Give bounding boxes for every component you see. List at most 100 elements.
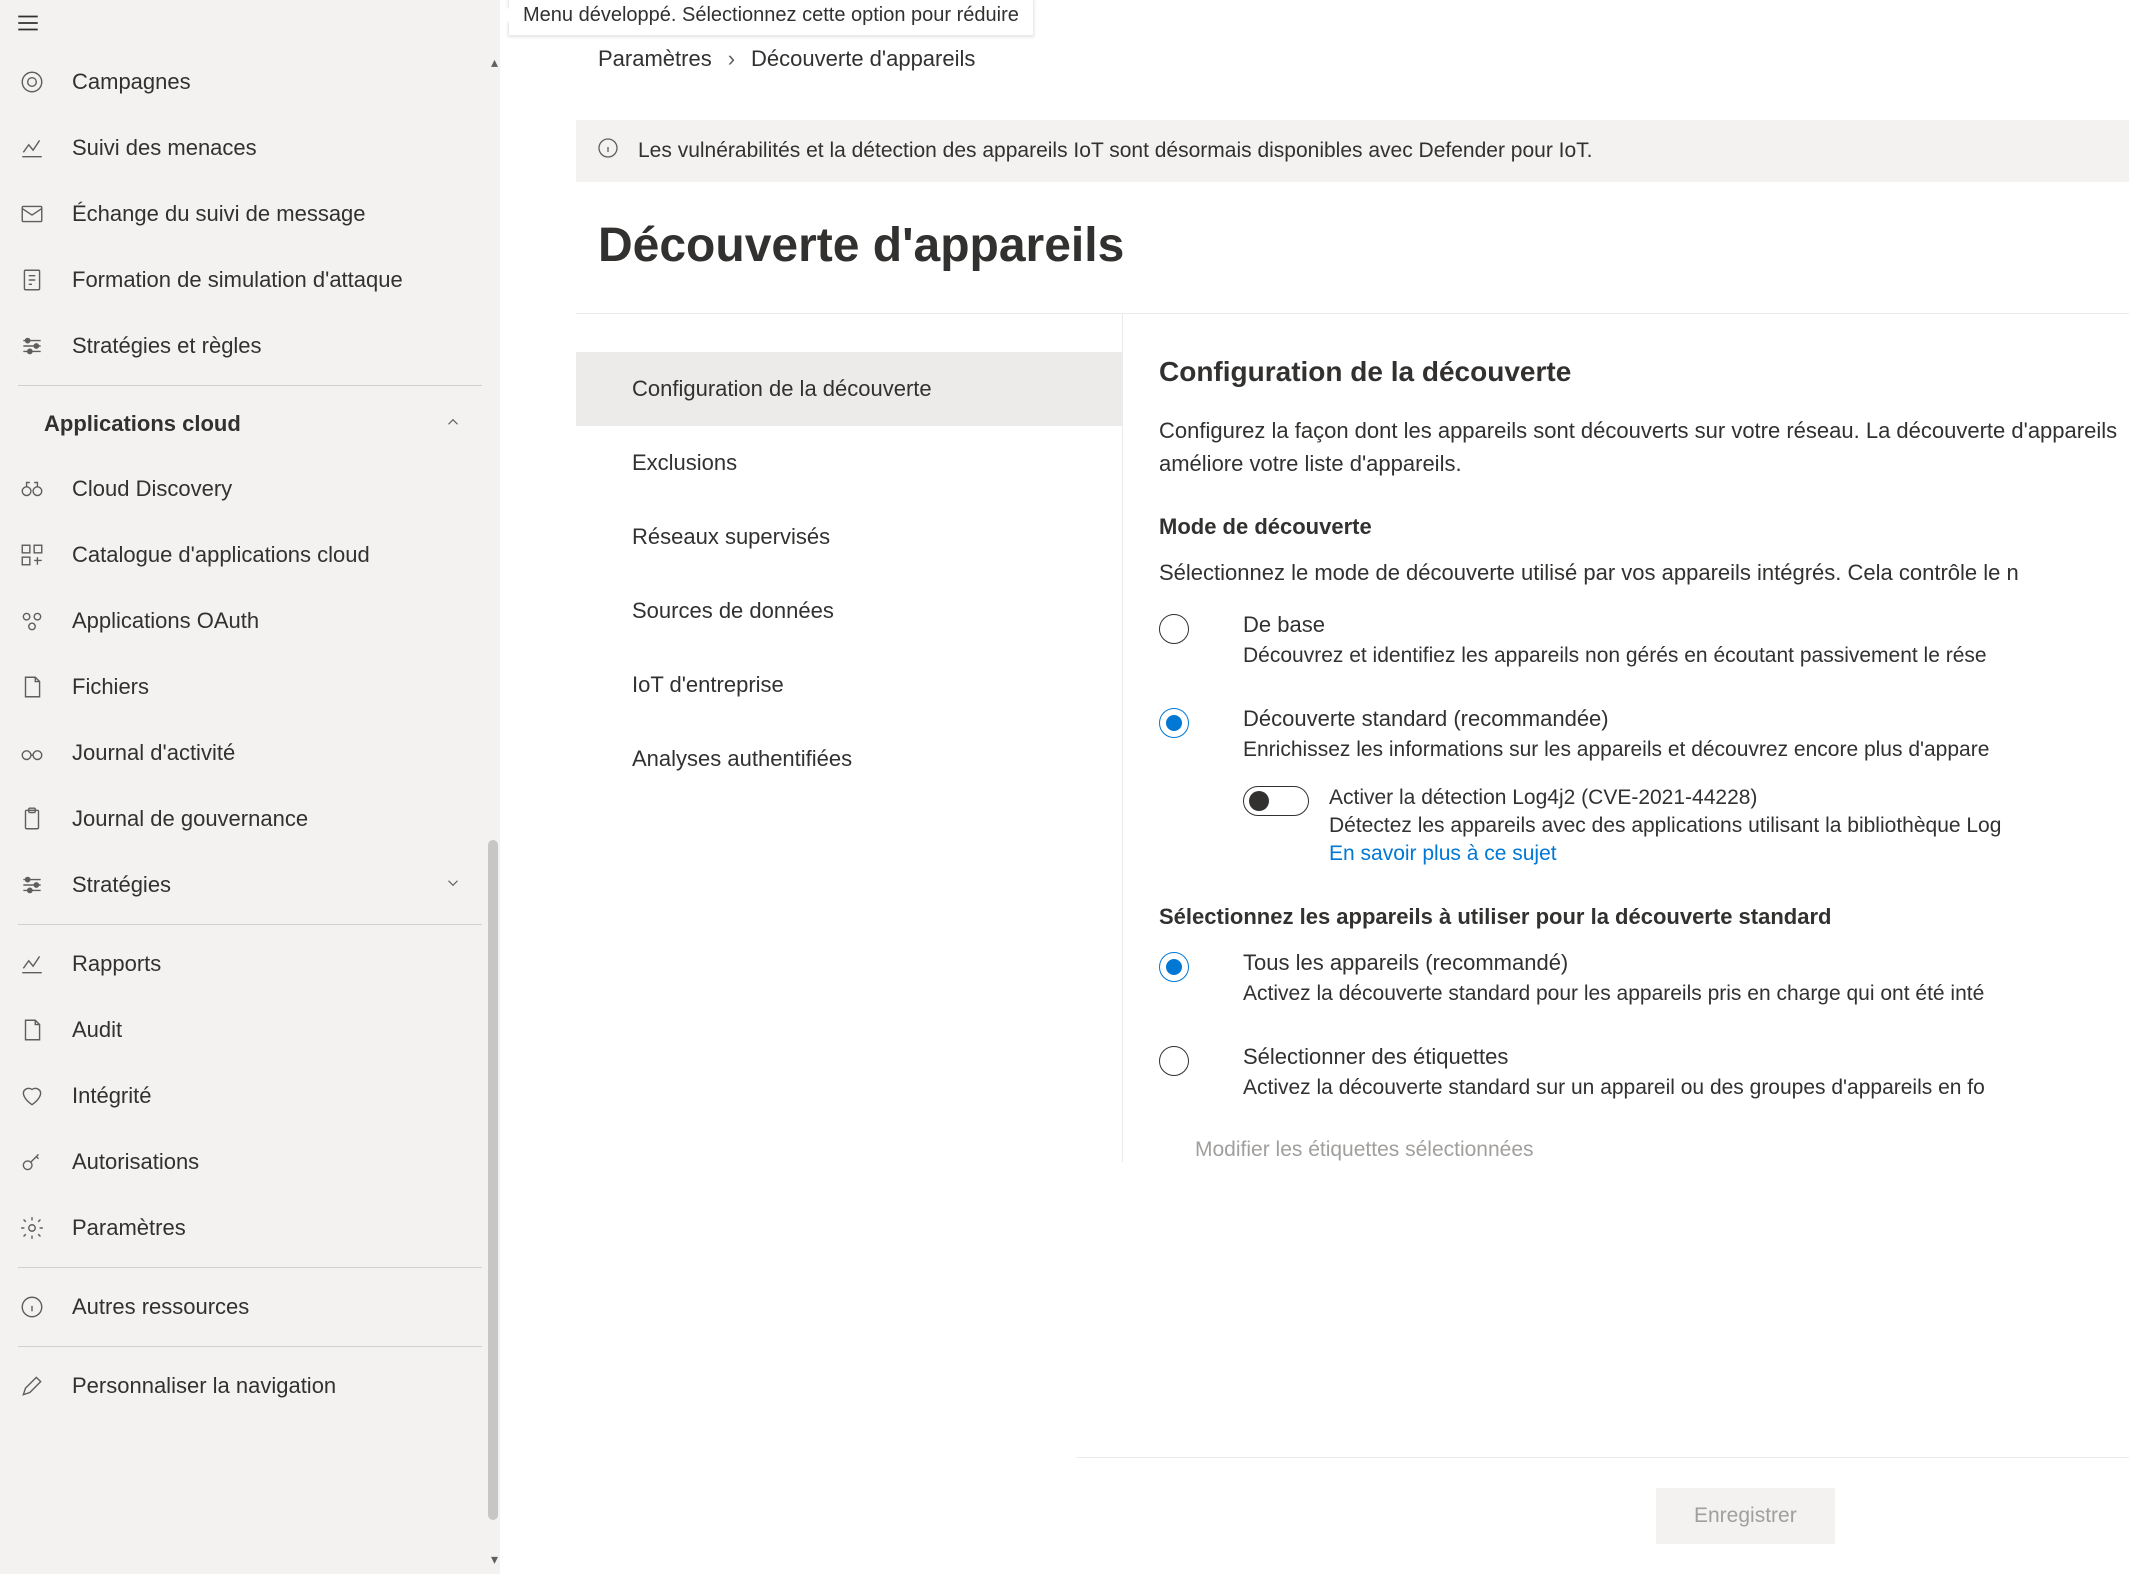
nav-item-cloud-discovery[interactable]: Cloud Discovery	[18, 456, 482, 522]
hamburger-tooltip: Menu développé. Sélectionnez cette optio…	[508, 0, 1034, 36]
line-chart-icon	[18, 950, 46, 978]
scope-option-all[interactable]: Tous les appareils (recommandé) Activez …	[1159, 950, 2129, 1006]
subnav-sources[interactable]: Sources de données	[576, 574, 1122, 648]
nav-item-rapports[interactable]: Rapports	[18, 931, 482, 997]
nav-label: Fichiers	[72, 674, 149, 700]
nav-label: Stratégies et règles	[72, 333, 262, 359]
doc-arrow-icon	[18, 266, 46, 294]
option-title: De base	[1243, 612, 1987, 638]
nav-item-oauth-apps[interactable]: Applications OAuth	[18, 588, 482, 654]
nav-label: Rapports	[72, 951, 161, 977]
nav-divider	[18, 1346, 482, 1347]
nav-label: Paramètres	[72, 1215, 186, 1241]
option-desc: Activez la découverte standard pour les …	[1243, 982, 1984, 1006]
settings-subnav: Configuration de la découverte Exclusion…	[576, 314, 1122, 1162]
nav-label: Échange du suivi de message	[72, 201, 366, 227]
nav-group-label: Applications cloud	[44, 411, 241, 437]
nav-item-autorisations[interactable]: Autorisations	[18, 1129, 482, 1195]
radio-basic[interactable]	[1159, 614, 1189, 644]
chevron-down-icon	[444, 872, 462, 898]
subnav-configuration[interactable]: Configuration de la découverte	[576, 352, 1122, 426]
page-title: Découverte d'appareils	[500, 182, 2129, 313]
breadcrumb-current: Découverte d'appareils	[751, 46, 975, 72]
nav-label: Stratégies	[72, 872, 171, 898]
file-icon	[18, 1016, 46, 1044]
info-icon	[596, 136, 620, 166]
subnav-iot[interactable]: IoT d'entreprise	[576, 648, 1122, 722]
info-bar-text: Les vulnérabilités et la détection des a…	[638, 139, 1593, 163]
nav-item-journal-activite[interactable]: Journal d'activité	[18, 720, 482, 786]
nav-item-personnaliser-nav[interactable]: Personnaliser la navigation	[18, 1353, 482, 1419]
nav-label: Cloud Discovery	[72, 476, 232, 502]
option-desc: Découvrez et identifiez les appareils no…	[1243, 644, 1987, 668]
mode-option-standard[interactable]: Découverte standard (recommandée) Enrich…	[1159, 706, 2129, 866]
save-button[interactable]: Enregistrer	[1656, 1488, 1835, 1544]
heart-icon	[18, 1082, 46, 1110]
nav-item-echange-message[interactable]: Échange du suivi de message	[18, 181, 482, 247]
tooltip-text: Menu développé. Sélectionnez cette optio…	[523, 4, 1019, 26]
nav-item-integrite[interactable]: Intégrité	[18, 1063, 482, 1129]
nav-label: Catalogue d'applications cloud	[72, 542, 370, 568]
nav-label: Campagnes	[72, 69, 191, 95]
nav-label: Journal d'activité	[72, 740, 235, 766]
subnav-analyses[interactable]: Analyses authentifiées	[576, 722, 1122, 796]
nav-item-strategies[interactable]: Stratégies	[18, 852, 482, 918]
radio-select-tags[interactable]	[1159, 1046, 1189, 1076]
radio-standard[interactable]	[1159, 708, 1189, 738]
nav-item-suivi-menaces[interactable]: Suivi des menaces	[18, 115, 482, 181]
nav-label: Formation de simulation d'attaque	[72, 267, 403, 293]
info-icon	[18, 1293, 46, 1321]
binoculars-icon	[18, 475, 46, 503]
chevron-right-icon: ›	[728, 46, 735, 72]
spectacles-icon	[18, 739, 46, 767]
subnav-reseaux[interactable]: Réseaux supervisés	[576, 500, 1122, 574]
main-content: Paramètres › Découverte d'appareils Les …	[500, 0, 2129, 1574]
nav-item-autres-ressources[interactable]: Autres ressources	[18, 1274, 482, 1340]
chevron-up-icon	[444, 411, 462, 437]
nav-item-simulation-attaque[interactable]: Formation de simulation d'attaque	[18, 247, 482, 313]
target-icon	[18, 68, 46, 96]
nav-label: Autres ressources	[72, 1294, 249, 1320]
option-title: Tous les appareils (recommandé)	[1243, 950, 1984, 976]
detail-heading: Configuration de la découverte	[1159, 356, 2129, 388]
mail-swap-icon	[18, 200, 46, 228]
scroll-arrow-down-icon[interactable]: ▾	[491, 1551, 498, 1568]
mode-option-basic[interactable]: De base Découvrez et identifiez les appa…	[1159, 612, 2129, 668]
scroll-arrow-up-icon[interactable]: ▴	[491, 54, 498, 71]
nav-divider	[18, 385, 482, 386]
scope-option-tags[interactable]: Sélectionner des étiquettes Activez la d…	[1159, 1044, 2129, 1100]
clipboard-icon	[18, 805, 46, 833]
nav-item-campagnes[interactable]: Campagnes	[18, 49, 482, 115]
nav-item-catalogue-apps[interactable]: Catalogue d'applications cloud	[18, 522, 482, 588]
nav-item-parametres[interactable]: Paramètres	[18, 1195, 482, 1261]
line-chart-icon	[18, 134, 46, 162]
nav-list: Campagnes Suivi des menaces Échange du s…	[0, 49, 500, 1574]
log4j-toggle[interactable]	[1243, 786, 1309, 816]
pencil-icon	[18, 1372, 46, 1400]
nav-group-applications-cloud[interactable]: Applications cloud	[18, 392, 482, 456]
sliders-icon	[18, 871, 46, 899]
option-title: Sélectionner des étiquettes	[1243, 1044, 1985, 1070]
nav-label: Suivi des menaces	[72, 135, 257, 161]
option-title: Découverte standard (recommandée)	[1243, 706, 2001, 732]
key-icon	[18, 1148, 46, 1176]
radio-all-devices[interactable]	[1159, 952, 1189, 982]
nav-item-audit[interactable]: Audit	[18, 997, 482, 1063]
info-bar: Les vulnérabilités et la détection des a…	[576, 120, 2129, 182]
learn-more-link[interactable]: En savoir plus à ce sujet	[1329, 842, 1557, 865]
grid-plus-icon	[18, 541, 46, 569]
nav-label: Journal de gouvernance	[72, 806, 308, 832]
detail-panel: Configuration de la découverte Configure…	[1122, 314, 2129, 1162]
nav-item-strategies-regles[interactable]: Stratégies et règles	[18, 313, 482, 379]
subnav-exclusions[interactable]: Exclusions	[576, 426, 1122, 500]
sidebar: Campagnes Suivi des menaces Échange du s…	[0, 0, 500, 1574]
option-desc: Activez la découverte standard sur un ap…	[1243, 1076, 1985, 1100]
nav-item-fichiers[interactable]: Fichiers	[18, 654, 482, 720]
scrollbar-thumb[interactable]	[488, 840, 498, 1520]
nav-label: Autorisations	[72, 1149, 199, 1175]
breadcrumb-root[interactable]: Paramètres	[598, 46, 712, 72]
hamburger-menu-button[interactable]	[0, 0, 500, 49]
oauth-icon	[18, 607, 46, 635]
nav-item-journal-gouvernance[interactable]: Journal de gouvernance	[18, 786, 482, 852]
mode-section-label: Mode de découverte	[1159, 514, 2129, 540]
